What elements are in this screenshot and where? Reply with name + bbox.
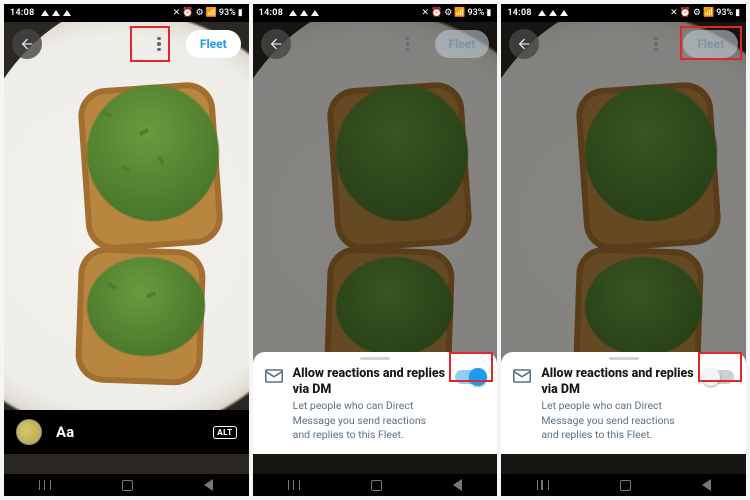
arrow-left-icon <box>516 36 532 52</box>
sheet-description: Let people who can Direct Message you se… <box>293 399 443 442</box>
fleet-button[interactable]: Fleet <box>683 30 738 58</box>
android-nav-bar <box>501 474 746 496</box>
sticker-button[interactable] <box>16 419 42 445</box>
text-tool-button[interactable]: Aa <box>56 423 74 441</box>
arrow-left-icon <box>268 36 284 52</box>
android-nav-bar <box>4 474 249 496</box>
content-area: Fleet Aa ALT <box>4 22 249 474</box>
dm-settings-sheet: Allow reactions and replies via DM Let p… <box>501 352 746 454</box>
more-vertical-icon <box>406 37 410 52</box>
status-bar: 14:08 ✕⏰⚙📶 93%▮ <box>501 4 746 22</box>
sheet-description: Let people who can Direct Message you se… <box>541 399 691 442</box>
nav-home-icon[interactable] <box>122 480 133 491</box>
fleet-button[interactable]: Fleet <box>186 30 241 58</box>
more-options-button[interactable] <box>393 29 423 59</box>
status-time: 14:08 <box>507 8 532 18</box>
allow-dm-toggle[interactable] <box>704 370 734 384</box>
app-bar: Fleet <box>501 22 746 66</box>
alt-text-button[interactable]: ALT <box>213 426 236 439</box>
dm-settings-sheet: Allow reactions and replies via DM Let p… <box>253 352 498 454</box>
compose-toolbar: Aa ALT <box>4 410 249 454</box>
screen-sheet-toggle-off: 14:08 ✕⏰⚙📶 93%▮ Fleet A <box>501 4 746 496</box>
screen-compose: 14:08 ✕⏰⚙📶 93% ▮ Fleet <box>4 4 249 496</box>
more-options-button[interactable] <box>641 29 671 59</box>
content-area: Fleet Allow reactions and replies via DM… <box>253 22 498 474</box>
allow-dm-toggle[interactable] <box>455 370 485 384</box>
nav-back-icon[interactable] <box>702 479 711 491</box>
back-button[interactable] <box>12 29 42 59</box>
status-time: 14:08 <box>259 8 284 18</box>
envelope-icon <box>513 366 531 442</box>
nav-home-icon[interactable] <box>371 480 382 491</box>
back-button[interactable] <box>509 29 539 59</box>
nav-back-icon[interactable] <box>453 479 462 491</box>
nav-back-icon[interactable] <box>204 479 213 491</box>
fleet-button[interactable]: Fleet <box>435 30 490 58</box>
status-bar: 14:08 ✕⏰⚙📶 93% ▮ <box>4 4 249 22</box>
status-battery: 93% <box>219 8 236 18</box>
sheet-title: Allow reactions and replies via DM <box>541 366 694 397</box>
status-time: 14:08 <box>10 8 35 18</box>
envelope-icon <box>265 366 283 442</box>
content-area: Fleet Allow reactions and replies via DM… <box>501 22 746 474</box>
nav-recents-icon[interactable] <box>39 480 51 490</box>
nav-recents-icon[interactable] <box>288 480 300 490</box>
arrow-left-icon <box>19 36 35 52</box>
android-nav-bar <box>253 474 498 496</box>
more-vertical-icon <box>654 37 658 52</box>
more-vertical-icon <box>157 37 161 52</box>
screen-sheet-toggle-on: 14:08 ✕⏰⚙📶 93%▮ Fleet A <box>253 4 498 496</box>
back-button[interactable] <box>261 29 291 59</box>
more-options-button[interactable] <box>144 29 174 59</box>
app-bar: Fleet <box>4 22 249 66</box>
app-bar: Fleet <box>253 22 498 66</box>
status-icons-right: ✕⏰⚙📶 93% ▮ <box>173 8 243 18</box>
sheet-title: Allow reactions and replies via DM <box>293 366 446 397</box>
status-bar: 14:08 ✕⏰⚙📶 93%▮ <box>253 4 498 22</box>
status-icons-left <box>41 10 71 16</box>
nav-home-icon[interactable] <box>620 480 631 491</box>
nav-recents-icon[interactable] <box>537 480 549 490</box>
